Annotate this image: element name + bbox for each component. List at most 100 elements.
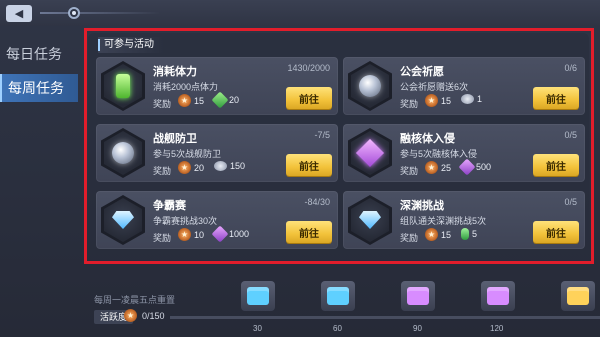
- task-description: 消耗2000点体力: [153, 82, 219, 92]
- task-progress: 1430/2000: [287, 63, 330, 73]
- task-progress: -7/5: [314, 130, 330, 140]
- task-name: 战舰防卫: [153, 132, 197, 145]
- reward-amount: 20: [229, 95, 240, 105]
- reward-item: ★ 20: [178, 161, 204, 174]
- star-coin-icon: ★: [425, 94, 438, 107]
- goto-button[interactable]: 前往: [286, 154, 332, 176]
- reward-label: 奖励: [400, 233, 419, 243]
- tab-weekly-tasks[interactable]: 每周任务: [0, 74, 78, 102]
- task-card-fusion-invasion: 融核体入侵 0/5 参与5次融核体入侵 奖励 ★ 25 500 前往: [343, 124, 585, 182]
- reward-amount: 1: [477, 94, 483, 104]
- task-progress: 0/5: [564, 197, 577, 207]
- silver-gem-icon: [214, 161, 227, 171]
- task-description: 公会祈愿赠送6次: [400, 82, 469, 92]
- reward-item: 500: [458, 158, 492, 176]
- goto-button[interactable]: 前往: [533, 87, 579, 109]
- green-pill-icon: [461, 228, 469, 240]
- milestone-label: 60: [333, 324, 342, 333]
- task-icon-frame: [348, 195, 392, 245]
- top-divider: [40, 12, 160, 14]
- purple-gem-icon: [211, 225, 229, 243]
- chest-icon: [487, 287, 509, 305]
- back-button[interactable]: ◀: [6, 5, 32, 22]
- star-coin-icon: ★: [178, 228, 191, 241]
- star-coin-icon: ★: [178, 94, 191, 107]
- reward-amount: 150: [230, 161, 246, 171]
- reward-chest[interactable]: [481, 281, 515, 311]
- milestone-label: 120: [490, 324, 504, 333]
- reward-amount: 15: [441, 95, 452, 106]
- reward-amount: 25: [441, 162, 452, 173]
- diamond-icon: [112, 211, 134, 229]
- star-coin-icon: ★: [178, 161, 191, 174]
- task-nav: 每日任务 每周任务: [0, 40, 78, 108]
- task-card-guild-wish: 公会祈愿 0/6 公会祈愿赠送6次 奖励 ★ 15 1 前往: [343, 57, 585, 115]
- reward-label: 奖励: [400, 99, 419, 109]
- task-name: 消耗体力: [153, 65, 197, 78]
- chest-icon: [247, 287, 269, 305]
- task-progress: 0/6: [564, 63, 577, 73]
- task-description: 参与5次融核体入侵: [400, 149, 478, 159]
- star-coin-icon: ★: [425, 228, 438, 241]
- reward-chest[interactable]: [561, 281, 595, 311]
- reward-item: 20: [211, 91, 240, 109]
- game-screen: ◀ 每日任务 每周任务 可参与活动 消耗体力 1430/2000 消耗2000点…: [0, 0, 600, 337]
- tab-daily-tasks[interactable]: 每日任务: [0, 40, 78, 68]
- task-name: 公会祈愿: [400, 65, 444, 78]
- task-name: 深渊挑战: [400, 199, 444, 212]
- task-card-championship: 争霸赛 -84/30 争霸赛挑战30次 奖励 ★ 10 1000 前往: [96, 191, 338, 249]
- milestone-label: 90: [413, 324, 422, 333]
- goto-button[interactable]: 前往: [286, 221, 332, 243]
- reward-item: ★ 25: [425, 161, 451, 174]
- task-progress: 0/5: [564, 130, 577, 140]
- reward-label: 奖励: [400, 166, 419, 176]
- reward-label: 奖励: [153, 99, 172, 109]
- amethyst-icon: [355, 138, 385, 168]
- green-potion-icon: [116, 74, 130, 98]
- star-coin-icon: ★: [425, 161, 438, 174]
- task-icon-frame: [101, 128, 145, 178]
- purple-gem-icon: [458, 158, 476, 176]
- task-name: 争霸赛: [153, 199, 186, 212]
- top-bar: ◀: [0, 0, 600, 26]
- milestone-label: 30: [253, 324, 262, 333]
- goto-button[interactable]: 前往: [533, 154, 579, 176]
- chest-icon: [327, 287, 349, 305]
- activity-value: 0/150: [142, 311, 165, 321]
- green-gem-icon: [211, 91, 229, 109]
- reward-label: 奖励: [153, 233, 172, 243]
- reward-amount: 5: [472, 229, 478, 239]
- reward-item: ★ 15: [425, 94, 451, 107]
- reward-amount: 500: [476, 162, 492, 172]
- reward-amount: 20: [194, 162, 205, 173]
- section-title: 可参与活动: [98, 37, 164, 53]
- reward-chest[interactable]: [241, 281, 275, 311]
- star-coin-icon: ★: [124, 309, 137, 322]
- reward-item: 150: [214, 161, 245, 171]
- reset-notice: 每周一凌晨五点重置: [94, 295, 176, 305]
- reward-item: ★ 10: [178, 228, 204, 241]
- task-card-stamina: 消耗体力 1430/2000 消耗2000点体力 奖励 ★ 15 20 前往: [96, 57, 338, 115]
- task-description: 组队通关深渊挑战5次: [400, 216, 487, 226]
- goto-button[interactable]: 前往: [286, 87, 332, 109]
- task-card-warship-defense: 战舰防卫 -7/5 参与5次战舰防卫 奖励 ★ 20 150 前往: [96, 124, 338, 182]
- reward-amount: 15: [194, 95, 205, 106]
- reward-chest[interactable]: [401, 281, 435, 311]
- reward-chest[interactable]: [321, 281, 355, 311]
- task-icon-frame: [101, 61, 145, 111]
- chest-icon: [567, 287, 589, 305]
- activity-track: [170, 316, 600, 319]
- chest-icon: [407, 287, 429, 305]
- task-description: 争霸赛挑战30次: [153, 216, 218, 226]
- task-name: 融核体入侵: [400, 132, 455, 145]
- reward-label: 奖励: [153, 166, 172, 176]
- top-indicator-icon: [68, 7, 80, 19]
- task-card-abyss-challenge: 深渊挑战 0/5 组队通关深渊挑战5次 奖励 ★ 15 5 前往: [343, 191, 585, 249]
- goto-button[interactable]: 前往: [533, 221, 579, 243]
- reward-item: 5: [461, 228, 477, 240]
- reward-amount: 1000: [229, 229, 250, 239]
- task-icon-frame: [348, 61, 392, 111]
- reward-amount: 15: [441, 229, 452, 240]
- reward-item: ★ 15: [178, 94, 204, 107]
- task-icon-frame: [348, 128, 392, 178]
